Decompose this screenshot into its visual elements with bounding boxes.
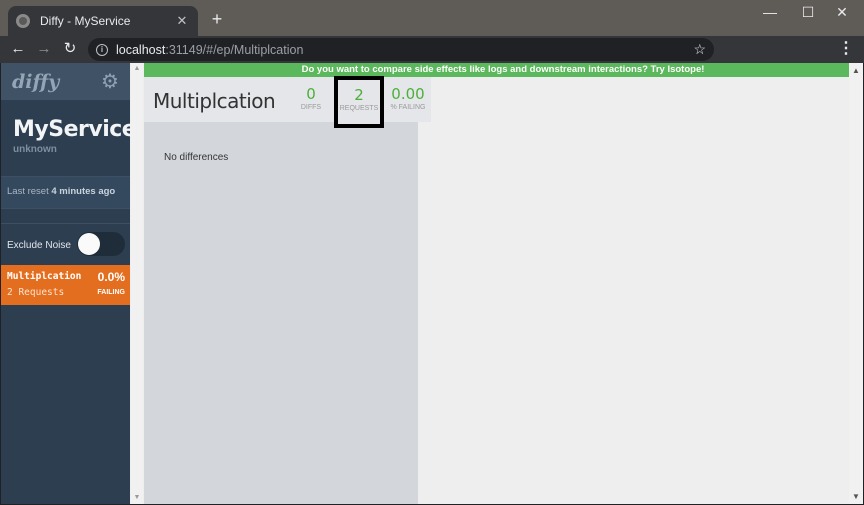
close-window-button[interactable]: ✕ <box>820 0 864 24</box>
browser-tab[interactable]: Diffy - MyService ✕ <box>8 6 198 36</box>
endpoint-requests: 2 Requests <box>7 287 65 298</box>
stat-failing-label: % FAILING <box>390 104 426 111</box>
service-env: unknown <box>13 144 57 155</box>
page-scrollbar[interactable]: ▲ ▼ <box>849 63 863 504</box>
scroll-up-icon[interactable]: ▲ <box>131 65 143 72</box>
stat-failing-value: 0.00 <box>391 85 425 103</box>
toggle-knob <box>78 233 100 255</box>
diff-detail-pane <box>418 122 862 504</box>
stat-requests-label: REQUESTS <box>339 105 379 112</box>
url-path: :31149/#/ep/Multiplcation <box>165 42 304 57</box>
exclude-noise-toggle[interactable] <box>77 232 125 256</box>
last-reset: Last reset 4 minutes ago <box>1 177 130 209</box>
endpoint-item-multiplcation[interactable]: Multiplcation 2 Requests 0.0% FAILING <box>1 265 130 305</box>
new-tab-button[interactable]: + <box>207 10 227 30</box>
stat-requests: 2 REQUESTS <box>334 76 384 128</box>
page-viewport: diffy ⚙ MyService unknown Last reset 4 m… <box>1 63 863 504</box>
last-reset-label: Last reset <box>7 186 49 197</box>
stat-diffs: 0 DIFFS <box>298 85 324 111</box>
service-info: MyService unknown <box>1 100 137 177</box>
sidebar: diffy ⚙ MyService unknown Last reset 4 m… <box>1 63 137 504</box>
tab-title: Diffy - MyService <box>40 14 131 28</box>
browser-toolbar: ← → ↻ i localhost:31149/#/ep/Multiplcati… <box>0 36 864 63</box>
diffy-logo: diffy <box>12 71 60 93</box>
page-scroll-down-icon[interactable]: ▼ <box>849 492 863 501</box>
isotope-banner[interactable]: Do you want to compare side effects like… <box>144 63 862 77</box>
browser-titlebar: Diffy - MyService ✕ + — ☐ ✕ <box>0 0 864 36</box>
reload-button[interactable]: ↻ <box>59 38 81 60</box>
bookmark-star-icon[interactable]: ☆ <box>693 41 706 58</box>
stat-failing: 0.00 % FAILING <box>388 85 428 111</box>
main-content: Do you want to compare side effects like… <box>144 63 863 504</box>
endpoint-header: Multiplcation 0 DIFFS 2 REQUESTS 0.00 % … <box>144 76 431 128</box>
forward-button[interactable]: → <box>33 38 55 60</box>
exclude-noise-label: Exclude Noise <box>7 240 71 251</box>
stat-diffs-value: 0 <box>306 85 316 103</box>
last-reset-value: 4 minutes ago <box>51 186 116 197</box>
no-differences-message: No differences <box>164 152 229 163</box>
endpoint-title: Multiplcation <box>153 89 276 113</box>
endpoint-name: Multiplcation <box>7 271 82 282</box>
close-tab-icon[interactable]: ✕ <box>174 13 190 29</box>
service-name: MyService <box>13 117 137 142</box>
url-host: localhost <box>116 42 166 57</box>
stat-requests-value: 2 <box>354 86 364 104</box>
endpoint-failing-pct: 0.0% <box>97 270 125 284</box>
stat-diffs-label: DIFFS <box>300 104 322 111</box>
endpoint-failing-label: FAILING <box>97 289 125 296</box>
sidebar-header: diffy ⚙ <box>1 63 130 100</box>
info-icon[interactable]: i <box>96 43 108 56</box>
gear-icon[interactable]: ⚙ <box>101 69 119 94</box>
back-button[interactable]: ← <box>7 38 29 60</box>
globe-icon <box>16 14 30 28</box>
address-bar[interactable]: i localhost:31149/#/ep/Multiplcation ☆ <box>88 38 714 61</box>
scroll-down-icon[interactable]: ▼ <box>131 494 143 501</box>
page-scroll-up-icon[interactable]: ▲ <box>849 66 863 75</box>
exclude-noise-row: Exclude Noise <box>1 223 130 265</box>
sidebar-scrollbar[interactable]: ▲ ▼ <box>131 63 143 504</box>
endpoint-pane: Multiplcation 0 DIFFS 2 REQUESTS 0.00 % … <box>144 76 431 504</box>
browser-menu-button[interactable]: ⋮ <box>836 38 856 60</box>
